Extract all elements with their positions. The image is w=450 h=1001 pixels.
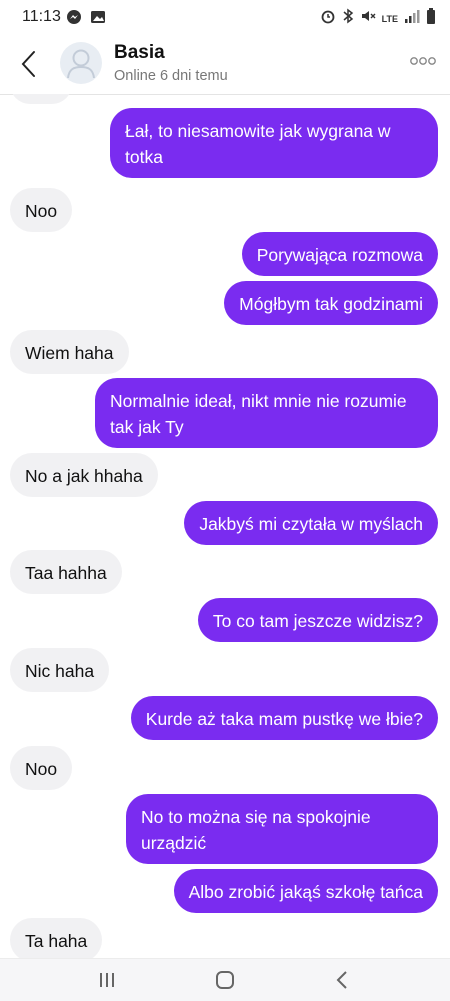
message-bubble-outgoing[interactable]: Mógłbym tak godzinami [224,281,438,325]
home-button[interactable] [212,967,238,993]
network-label: LTE [381,13,398,24]
message-list[interactable]: Łał, to niesamowite jak wygrana w totka … [0,94,450,958]
contact-name[interactable]: Basia [114,42,165,64]
back-nav-button[interactable] [330,967,356,993]
signal-icon [404,9,420,28]
avatar[interactable] [60,42,102,84]
mute-icon [360,8,376,29]
message-bubble-incoming[interactable]: Taa hahha [10,550,122,594]
back-arrow-icon [336,971,347,989]
chat-header: Basia Online 6 dni temu [0,34,450,95]
message-bubble-outgoing[interactable]: Łał, to niesamowite jak wygrana w totka [110,108,438,178]
home-icon [216,971,234,989]
message-bubble-partial [10,94,72,104]
battery-icon [426,8,436,29]
back-button[interactable] [12,44,48,84]
contact-status: Online 6 dni temu [114,68,228,84]
person-icon [67,49,95,79]
message-bubble-outgoing[interactable]: Albo zrobić jakąś szkołę tańca [173,869,438,913]
chevron-left-icon [21,51,35,77]
alarm-icon [320,8,336,29]
message-bubble-incoming[interactable]: No a jak hhaha [10,453,158,497]
message-bubble-outgoing[interactable]: Jakbyś mi czytała w myślach [184,501,438,545]
bluetooth-icon [342,8,354,29]
message-bubble-outgoing[interactable]: To co tam jeszcze widzisz? [197,598,438,642]
message-bubble-outgoing[interactable]: No to można się na spokojnie urządzić [126,794,438,864]
message-bubble-incoming[interactable]: Noo [10,188,73,232]
message-bubble-incoming[interactable]: Ta haha [10,918,103,958]
recent-apps-button[interactable] [94,967,120,993]
message-bubble-outgoing[interactable]: Normalnie ideał, nikt mnie nie rozumie t… [95,378,438,448]
system-nav-bar [0,958,450,1001]
message-bubble-outgoing[interactable]: Porywająca rozmowa [241,232,438,276]
messenger-icon [66,9,82,30]
more-options-button[interactable] [410,54,436,68]
message-bubble-incoming[interactable]: Wiem haha [10,330,129,374]
gallery-icon [90,9,106,30]
message-bubble-incoming[interactable]: Nic haha [10,648,110,692]
more-dots-icon [410,57,436,65]
message-bubble-incoming[interactable]: Noo [10,746,73,790]
status-bar: 11:13 LTE [0,0,450,34]
status-time: 11:13 [22,8,61,25]
message-bubble-outgoing[interactable]: Kurde aż taka mam pustkę we łbie? [130,696,438,740]
recent-apps-icon [100,973,114,987]
